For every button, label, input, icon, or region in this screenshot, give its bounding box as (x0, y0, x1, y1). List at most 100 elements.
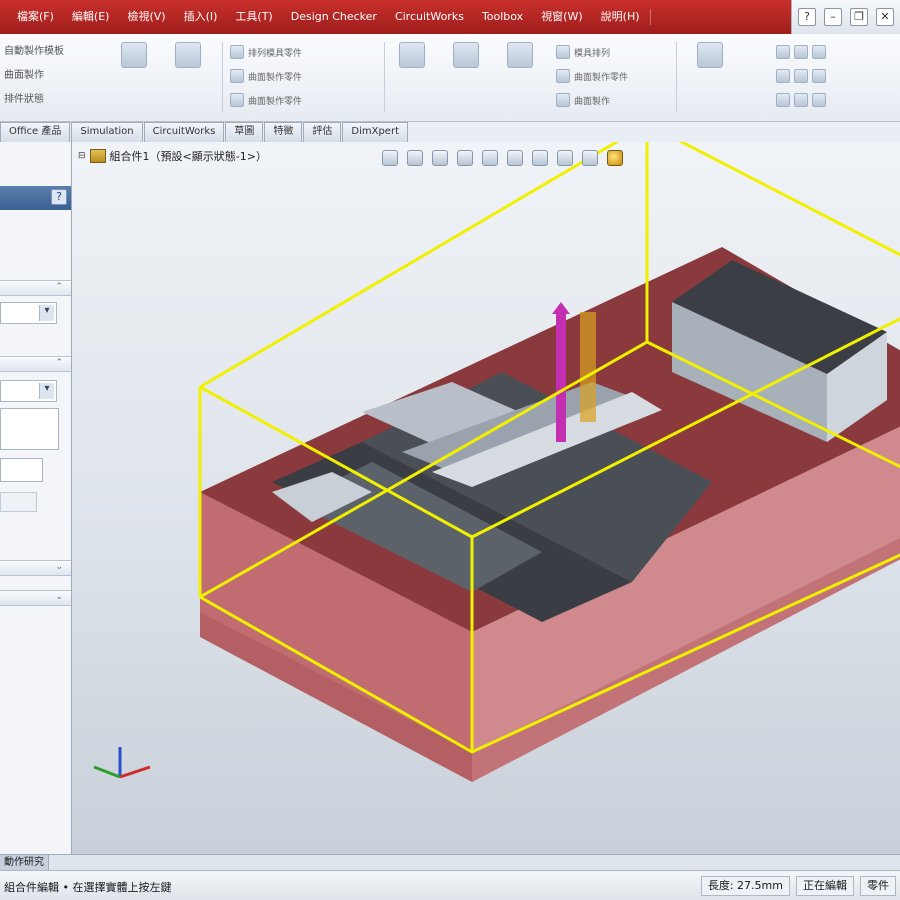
value-field[interactable] (0, 492, 37, 512)
parameter-dropdown[interactable] (0, 380, 57, 402)
minimize-icon[interactable]: – (824, 8, 842, 26)
value-spinner[interactable] (0, 458, 43, 482)
menu-help[interactable]: 說明(H) (592, 0, 649, 34)
ribbon-small-command[interactable] (776, 64, 826, 88)
menu-view[interactable]: 檢視(V) (118, 0, 174, 34)
drag-handle[interactable] (556, 312, 566, 442)
chevron-up-icon: ⌃ (55, 282, 63, 292)
tab-dimxpert[interactable]: DimXpert (342, 122, 408, 142)
tab-office-products[interactable]: Office 產品 (0, 122, 71, 142)
restore-icon[interactable]: ❐ (850, 8, 868, 26)
tab-circuitworks[interactable]: CircuitWorks (143, 122, 225, 142)
ribbon-button[interactable] (392, 42, 432, 71)
ribbon-small-command[interactable]: 曲面製作 (556, 88, 628, 112)
ribbon-small-command[interactable]: 曲面製作零件 (556, 64, 628, 88)
command-icon (776, 45, 790, 59)
ribbon-button-group (392, 42, 540, 71)
display-style-icon[interactable] (507, 150, 523, 166)
menu-file[interactable]: 檔案(F) (8, 0, 63, 34)
ribbon-command[interactable]: 自動製作模板 (0, 40, 110, 64)
ribbon-small-command[interactable] (776, 40, 826, 64)
ribbon-button[interactable] (168, 42, 208, 71)
command-icon (812, 69, 826, 83)
ribbon-button-group (690, 42, 730, 71)
arrow-up-icon (552, 302, 570, 314)
ribbon-small-command[interactable] (776, 88, 826, 112)
ribbon-small-label: 曲面製作 (574, 96, 611, 107)
tab-motion-study[interactable]: 動作研究 (0, 855, 49, 871)
selection-box[interactable] (0, 408, 59, 450)
heads-up-view-toolbar (382, 150, 623, 166)
ribbon-small-commands-right: 模具排列 曲面製作零件 曲面製作 (556, 40, 628, 112)
ribbon-button[interactable] (500, 42, 540, 71)
command-icon (230, 45, 244, 59)
command-icon (794, 45, 808, 59)
tooling-icon (507, 42, 533, 68)
ribbon-small-command[interactable]: 模具排列 (556, 40, 628, 64)
menu-toolbox[interactable]: Toolbox (473, 0, 532, 34)
mold-tool-icon (175, 42, 201, 68)
mold-tool-icon (121, 42, 147, 68)
tab-simulation[interactable]: Simulation (71, 122, 143, 142)
close-icon[interactable]: ✕ (876, 8, 894, 26)
ribbon-small-label: 曲面製作零件 (248, 72, 303, 83)
view-orientation-icon[interactable] (482, 150, 498, 166)
ribbon-separator (222, 42, 223, 112)
command-manager-ribbon: 自動製作模板 曲面製作 排件狀態 排列模具零件 曲面製作零件 曲面製作零件 模具… (0, 34, 900, 122)
apply-scene-icon[interactable] (582, 150, 598, 166)
menu-window[interactable]: 視窗(W) (532, 0, 591, 34)
length-readout: 長度: 27.5mm (700, 876, 790, 896)
menu-insert[interactable]: 插入(I) (175, 0, 227, 34)
parameter-dropdown[interactable] (0, 302, 57, 324)
zoom-to-area-icon[interactable] (407, 150, 423, 166)
previous-view-icon[interactable] (432, 150, 448, 166)
command-icon (812, 93, 826, 107)
command-icon (776, 93, 790, 107)
ribbon-command[interactable]: 排件狀態 (0, 88, 110, 112)
tab-features[interactable]: 特徵 (264, 122, 303, 142)
status-right-cells: 長度: 27.5mm 正在編輯 零件 (700, 876, 896, 896)
status-bar: 組合件編輯 • 在選擇實體上按左鍵 長度: 27.5mm 正在編輯 零件 (0, 870, 900, 900)
ribbon-button[interactable] (114, 42, 154, 71)
feature-tree-flyout[interactable]: ⊟ 組合件1（預設<顯示狀態-1>） (78, 148, 267, 164)
edit-target[interactable]: 零件 (860, 876, 896, 896)
menu-circuitworks[interactable]: CircuitWorks (386, 0, 473, 34)
property-group-header[interactable]: ⌃ (0, 280, 71, 296)
ribbon-small-command[interactable]: 排列模具零件 (230, 40, 302, 64)
property-manager-header: ? (0, 186, 71, 210)
assembly-icon (89, 149, 106, 163)
hide-show-icon[interactable] (532, 150, 548, 166)
help-icon[interactable]: ? (798, 8, 816, 26)
graphics-area[interactable]: ⊟ 組合件1（預設<顯示狀態-1>） (72, 142, 900, 854)
property-group-header[interactable]: ⌄ (0, 590, 71, 606)
chevron-down-icon[interactable]: ⊟ (78, 151, 86, 161)
model-scene (93, 142, 900, 782)
view-settings-icon[interactable] (607, 150, 623, 166)
menu-tools[interactable]: 工具(T) (226, 0, 281, 34)
property-group-header[interactable]: ⌃ (0, 356, 71, 372)
command-icon (812, 45, 826, 59)
command-icon (794, 93, 808, 107)
ribbon-icon-column (776, 40, 826, 112)
ribbon-small-command[interactable]: 曲面製作零件 (230, 88, 302, 112)
chevron-up-icon: ⌃ (55, 358, 63, 368)
ribbon-small-command[interactable]: 曲面製作零件 (230, 64, 302, 88)
menu-design-checker[interactable]: Design Checker (282, 0, 386, 34)
assembly-name: 組合件1（預設<顯示狀態-1>） (109, 150, 267, 163)
command-icon (556, 69, 570, 83)
edit-appearance-icon[interactable] (557, 150, 573, 166)
zoom-to-fit-icon[interactable] (382, 150, 398, 166)
ribbon-command[interactable]: 曲面製作 (0, 64, 110, 88)
property-group-header[interactable]: ⌄ (0, 560, 71, 576)
command-icon (794, 69, 808, 83)
tab-sketch[interactable]: 草圖 (225, 122, 264, 142)
ribbon-button[interactable] (446, 42, 486, 71)
help-icon[interactable]: ? (51, 189, 67, 205)
section-view-icon[interactable] (457, 150, 473, 166)
edit-mode-indicator[interactable]: 正在編輯 (796, 876, 854, 896)
menu-edit[interactable]: 編輯(E) (63, 0, 119, 34)
ribbon-button[interactable] (690, 42, 730, 71)
tab-evaluate[interactable]: 評估 (303, 122, 342, 142)
ribbon-small-label: 曲面製作零件 (248, 96, 303, 107)
ribbon-left-commands: 自動製作模板 曲面製作 排件狀態 (0, 40, 110, 112)
